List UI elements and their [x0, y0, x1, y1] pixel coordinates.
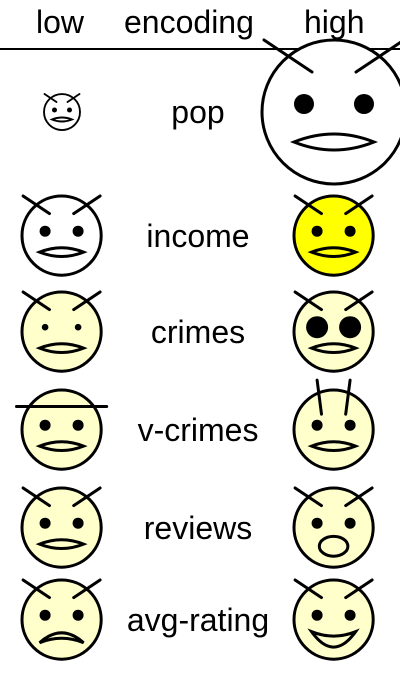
face-high-icon — [292, 578, 376, 662]
face-low-icon — [43, 93, 81, 131]
header-encoding: encoding — [124, 4, 254, 40]
encoding-label: avg-rating — [126, 602, 270, 638]
encoding-label: v-crimes — [137, 412, 259, 448]
encoding-row-v-crimes: v-crimes — [0, 379, 400, 480]
encoding-label: reviews — [143, 510, 253, 546]
header-low: low — [36, 4, 85, 40]
encoding-label: crimes — [150, 314, 246, 350]
encoding-label: income — [146, 218, 250, 254]
encoding-row-pop: pop — [0, 38, 400, 186]
encoding-row-income: income — [0, 186, 400, 286]
encoding-row-crimes: crimes — [0, 282, 400, 382]
encoding-row-avg-rating: avg-rating — [0, 570, 400, 670]
